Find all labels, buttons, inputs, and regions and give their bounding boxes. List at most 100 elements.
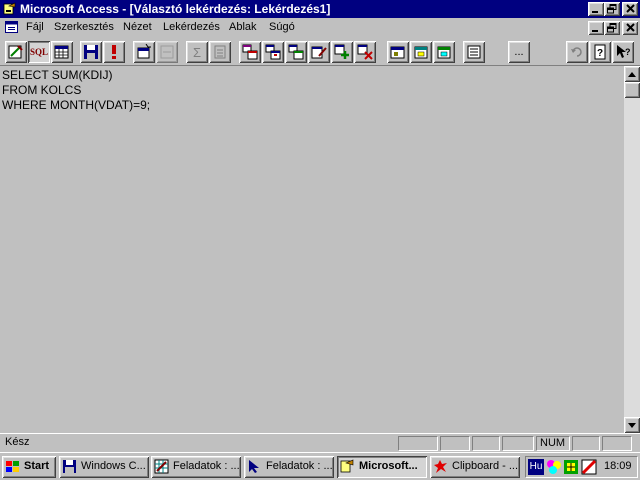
menu-query[interactable]: Lekérdezés bbox=[163, 21, 220, 33]
database-window-icon bbox=[390, 46, 405, 59]
status-text: Kész bbox=[5, 436, 30, 448]
access-key-icon bbox=[340, 459, 354, 473]
show-table-button[interactable] bbox=[133, 41, 155, 63]
minimize-button[interactable] bbox=[588, 2, 604, 16]
new-object-button[interactable] bbox=[410, 41, 432, 63]
arrow-down-icon bbox=[628, 422, 636, 428]
pencil-table-icon bbox=[311, 46, 327, 59]
minimize-icon bbox=[592, 11, 598, 13]
database-window-button[interactable] bbox=[387, 41, 409, 63]
windows-logo-icon bbox=[6, 461, 19, 472]
menu-edit[interactable]: Szerkesztés bbox=[54, 21, 114, 33]
scroll-up-button[interactable] bbox=[624, 66, 640, 82]
close-icon bbox=[625, 23, 635, 32]
minimize-icon bbox=[592, 30, 598, 32]
new-object-icon bbox=[414, 46, 428, 59]
arrow-up-icon bbox=[628, 71, 636, 77]
start-button[interactable]: Start bbox=[2, 456, 56, 478]
floppy-disk-icon bbox=[63, 460, 76, 473]
scroll-down-button[interactable] bbox=[624, 417, 640, 433]
save-button[interactable] bbox=[80, 41, 102, 63]
clock: 18:09 bbox=[604, 460, 632, 472]
totals-button[interactable]: Σ bbox=[186, 41, 208, 63]
list-icon bbox=[467, 45, 481, 59]
table-make-icon bbox=[242, 44, 258, 60]
run-exclamation-icon bbox=[112, 45, 116, 59]
build-button[interactable] bbox=[433, 41, 455, 63]
task-windows-commander[interactable]: Windows C... bbox=[59, 456, 149, 478]
datasheet-view-button[interactable] bbox=[51, 41, 73, 63]
sql-editor[interactable]: SELECT SUM(KDIJ) FROM KOLCS WHERE MONTH(… bbox=[0, 66, 624, 433]
properties-icon bbox=[214, 45, 226, 59]
task-feladatok-1[interactable]: Feladatok : ... bbox=[151, 456, 241, 478]
task-label: Windows C... bbox=[81, 460, 146, 472]
status-panel-4 bbox=[502, 436, 534, 451]
access-key-icon[interactable] bbox=[3, 2, 17, 16]
more-options-button[interactable]: ... bbox=[508, 41, 530, 63]
doc-restore-button[interactable] bbox=[604, 21, 620, 35]
pointer-tool-icon bbox=[249, 460, 259, 473]
list-window-button[interactable] bbox=[463, 41, 485, 63]
task-feladatok-2[interactable]: Feladatok : ... bbox=[244, 456, 334, 478]
menu-window[interactable]: Ablak bbox=[229, 21, 257, 33]
menu-help[interactable]: Súgó bbox=[269, 21, 295, 33]
task-label: Feladatok : ... bbox=[266, 460, 333, 472]
help-button[interactable]: ? bbox=[589, 41, 611, 63]
num-lock-indicator: NUM bbox=[536, 436, 570, 451]
doc-close-button[interactable] bbox=[622, 21, 638, 35]
close-button[interactable] bbox=[622, 2, 638, 16]
vertical-scrollbar[interactable] bbox=[624, 66, 640, 433]
clipboard-splash-icon bbox=[434, 460, 447, 473]
status-panel-3 bbox=[472, 436, 500, 451]
design-view-icon bbox=[8, 45, 23, 59]
tray-app-icon[interactable] bbox=[581, 459, 597, 475]
restore-button[interactable] bbox=[604, 2, 620, 16]
taskbar: Start Windows C... Feladatok : ... Felad… bbox=[0, 452, 640, 480]
menu-bar: Fájl Szerkesztés Nézet Lekérdezés Ablak … bbox=[0, 18, 640, 38]
title-bar[interactable]: Microsoft Access - [Választó lekérdezés:… bbox=[0, 0, 640, 18]
restore-icon bbox=[607, 23, 617, 33]
status-panel-6 bbox=[572, 436, 600, 451]
toolbar: SQL Σ ... ? ? bbox=[0, 38, 640, 66]
task-label: Clipboard - ... bbox=[452, 460, 519, 472]
show-table-icon bbox=[137, 44, 151, 59]
language-indicator[interactable]: Hu bbox=[528, 459, 544, 475]
scroll-thumb[interactable] bbox=[624, 82, 640, 98]
task-clipboard[interactable]: Clipboard - ... bbox=[430, 456, 520, 478]
design-view-button[interactable] bbox=[5, 41, 27, 63]
menu-file[interactable]: Fájl bbox=[26, 21, 44, 33]
system-tray: Hu 18:09 bbox=[525, 456, 638, 478]
append-query-icon bbox=[288, 44, 304, 60]
task-label: Feladatok : ... bbox=[173, 460, 240, 472]
close-icon bbox=[625, 4, 635, 13]
delete-x-icon bbox=[357, 44, 373, 60]
status-panel-7 bbox=[602, 436, 632, 451]
task-label: Microsoft... bbox=[359, 460, 418, 472]
append-query-button[interactable] bbox=[285, 41, 307, 63]
edit-query-button[interactable] bbox=[308, 41, 330, 63]
color-palette-icon[interactable] bbox=[546, 459, 562, 475]
sql-text[interactable]: SELECT SUM(KDIJ) FROM KOLCS WHERE MONTH(… bbox=[2, 68, 150, 113]
svg-text:?: ? bbox=[625, 47, 631, 57]
grid-tool-icon bbox=[154, 459, 169, 474]
help-book-icon: ? bbox=[594, 44, 606, 60]
update-query-button[interactable] bbox=[262, 41, 284, 63]
delete-query-button[interactable] bbox=[354, 41, 376, 63]
builder-icon bbox=[437, 46, 451, 59]
sql-view-button[interactable]: SQL bbox=[28, 41, 50, 63]
properties-button[interactable] bbox=[209, 41, 231, 63]
add-record-button[interactable] bbox=[331, 41, 353, 63]
query-type-button[interactable] bbox=[156, 41, 178, 63]
undo-button[interactable] bbox=[566, 41, 588, 63]
run-button[interactable] bbox=[103, 41, 125, 63]
menu-view[interactable]: Nézet bbox=[123, 21, 152, 33]
display-settings-icon[interactable] bbox=[563, 459, 579, 475]
new-table-button[interactable] bbox=[239, 41, 261, 63]
doc-minimize-button[interactable] bbox=[588, 21, 604, 35]
save-disk-icon bbox=[84, 45, 98, 59]
status-panel-1 bbox=[398, 436, 438, 451]
datasheet-icon bbox=[54, 45, 69, 59]
whats-this-button[interactable]: ? bbox=[612, 41, 634, 63]
task-microsoft-access[interactable]: Microsoft... bbox=[337, 456, 427, 478]
document-system-menu-icon[interactable] bbox=[5, 21, 19, 34]
